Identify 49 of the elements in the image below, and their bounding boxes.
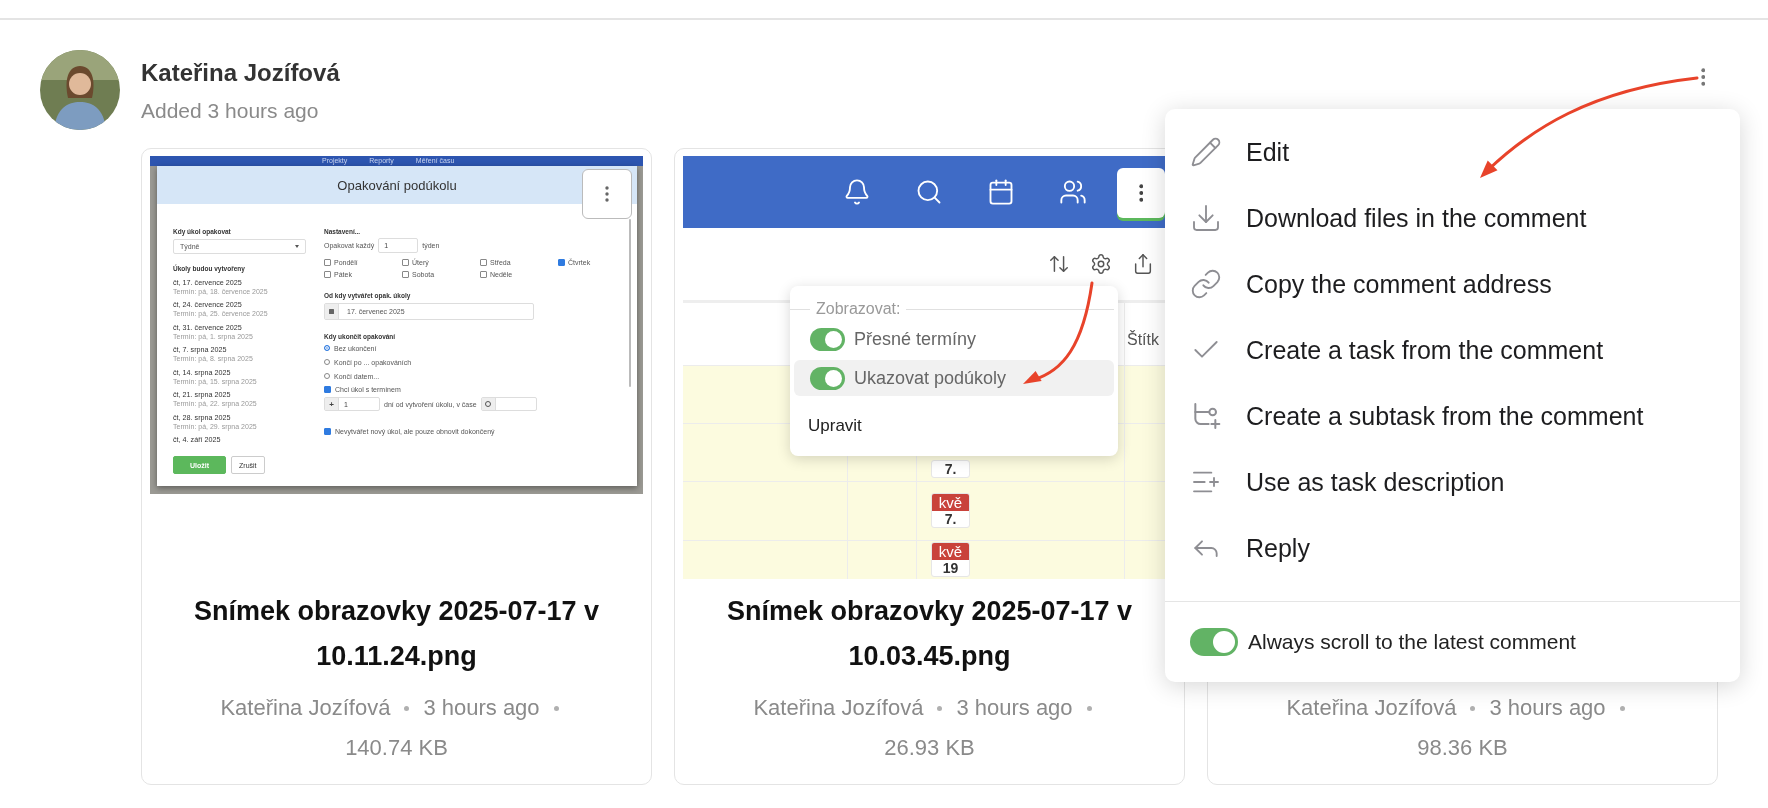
badge-month: kvě xyxy=(932,494,969,511)
menu-icon xyxy=(1190,136,1222,168)
upload-time: 3 hours ago xyxy=(956,694,1073,722)
file-size: 98.36 KB xyxy=(1417,734,1508,762)
caret-icon xyxy=(295,245,299,248)
search-icon xyxy=(915,178,943,206)
more-icon xyxy=(1700,68,1706,86)
file-name: Snímek obrazovky 2025-07-17 v 10.03.45.png xyxy=(725,595,1134,673)
file-name: Snímek obrazovky 2025-07-17 v 10.11.24.png xyxy=(192,595,601,673)
dialog-title: Opakování podúkolu xyxy=(337,177,457,193)
option-label: Ukazovat podúkoly xyxy=(854,367,1007,389)
section-label: Zobrazovat: xyxy=(816,300,901,318)
attachment-card[interactable] xyxy=(141,148,652,785)
uploader-name: Kateřina Jozífová xyxy=(753,694,924,722)
bell-icon xyxy=(843,178,871,206)
option-label: Přesné termíny xyxy=(854,328,977,350)
menu-icon xyxy=(1190,268,1222,300)
separator-dot xyxy=(1086,705,1092,711)
toggle-switch[interactable] xyxy=(1190,628,1238,656)
badge-day: 19 xyxy=(942,560,959,576)
comment-time: Added 3 hours ago xyxy=(141,98,320,124)
upload-time: 3 hours ago xyxy=(423,694,540,722)
badge-day: 7. xyxy=(944,511,957,527)
upload-time: 3 hours ago xyxy=(1489,694,1606,722)
separator-dot xyxy=(937,705,943,711)
menu-icon xyxy=(1190,202,1222,234)
calendar-icon xyxy=(329,309,334,314)
attachment-card[interactable]: Štítk 7. kvě 7. kvě 19 Zobrazovat: Přesné termíny Ukazovat podúkoly Upravit Snímek obrazovky 2025-07-17 v 10.03.45.png Kateřina Jozífová 3 hours ago 26.93 KB xyxy=(674,148,1185,785)
edit-link: Upravit xyxy=(808,416,863,436)
badge-day: 7. xyxy=(944,461,957,477)
separator-dot xyxy=(1470,705,1476,711)
uploader-name: Kateřina Jozífová xyxy=(1286,694,1457,722)
file-size: 140.74 KB xyxy=(345,734,448,762)
toggle-label: Always scroll to the latest comment xyxy=(1248,630,1576,654)
column-header: Štítk xyxy=(1127,331,1159,349)
badge-month: kvě xyxy=(932,543,969,560)
separator-dot xyxy=(553,705,559,711)
calendar-icon xyxy=(987,178,1015,206)
separator-dot xyxy=(404,705,410,711)
uploader-name: Kateřina Jozífová xyxy=(220,694,391,722)
more-icon xyxy=(605,186,609,202)
file-size: 26.93 KB xyxy=(884,734,975,762)
author-name: Kateřina Jozífová xyxy=(141,58,340,88)
share-icon xyxy=(1132,253,1154,275)
settings-icon xyxy=(1090,253,1112,275)
more-icon xyxy=(1138,184,1144,202)
separator-dot xyxy=(1619,705,1625,711)
sort-icon xyxy=(1048,253,1070,275)
users-icon xyxy=(1059,178,1087,206)
